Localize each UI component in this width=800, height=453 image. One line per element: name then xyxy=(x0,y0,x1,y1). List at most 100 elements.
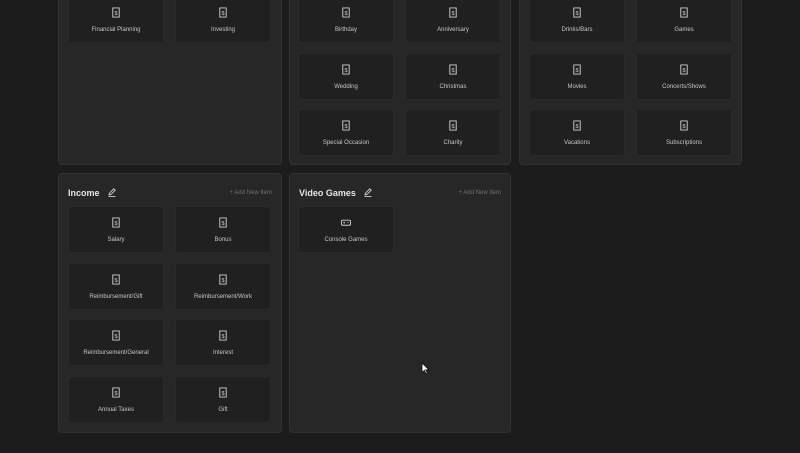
category-tile-label: Drinks/Bars xyxy=(561,27,593,33)
receipt-icon: $ xyxy=(680,120,688,131)
gamepad-icon xyxy=(340,219,352,226)
receipt-icon: $ xyxy=(342,7,350,18)
category-tile[interactable]: $ Annual Taxes xyxy=(68,376,164,423)
category-tile-label: Anniversary xyxy=(437,27,469,33)
category-tile[interactable]: $ Charity xyxy=(405,109,501,156)
category-panel-top-left: $ Financial Planning $ Investing xyxy=(58,0,282,165)
svg-text:$: $ xyxy=(114,278,117,284)
category-tile-label: Birthday xyxy=(334,27,357,33)
category-tile[interactable]: Console Games xyxy=(298,206,394,253)
receipt-icon: $ xyxy=(219,274,227,285)
svg-text:$: $ xyxy=(682,11,685,17)
add-new-item-link[interactable]: + Add New Item xyxy=(458,190,501,196)
receipt-icon: $ xyxy=(219,217,227,228)
income-panel-title: Income xyxy=(68,188,100,198)
category-tile-label: Reimbursement/Gift xyxy=(89,294,143,300)
category-tile-label: Christmas xyxy=(439,84,467,90)
receipt-icon: $ xyxy=(112,217,120,228)
svg-text:$: $ xyxy=(114,334,117,340)
svg-text:$: $ xyxy=(575,11,578,17)
svg-text:$: $ xyxy=(451,124,454,130)
svg-text:$: $ xyxy=(114,391,117,397)
svg-text:$: $ xyxy=(221,11,224,17)
category-tile[interactable]: $ Special Occasion xyxy=(298,109,394,156)
category-tile-label: Subscriptions xyxy=(665,140,703,146)
svg-text:$: $ xyxy=(344,124,347,130)
receipt-icon: $ xyxy=(219,330,227,341)
income-panel: Income + Add New Item $ Salary $ Bonus $… xyxy=(58,173,282,433)
category-tile[interactable]: $ Christmas xyxy=(405,53,501,100)
category-tile-label: Financial Planning xyxy=(91,27,141,33)
category-tile[interactable]: $ Anniversary xyxy=(405,0,501,43)
category-tile[interactable]: $ Movies xyxy=(529,53,625,100)
receipt-icon: $ xyxy=(449,7,457,18)
receipt-icon: $ xyxy=(219,7,227,18)
category-panel-top-middle: $ Birthday $ Anniversary $ Wedding $ Chr… xyxy=(289,0,511,165)
category-tile[interactable]: $ Financial Planning xyxy=(68,0,164,43)
category-tile[interactable]: $ Vacations xyxy=(529,109,625,156)
svg-text:$: $ xyxy=(221,334,224,340)
category-tile[interactable]: $ Salary xyxy=(68,206,164,253)
receipt-icon: $ xyxy=(449,64,457,75)
category-tile[interactable]: $ Gift xyxy=(175,376,271,423)
category-tile-label: Interest xyxy=(212,350,233,356)
video-games-panel-header: Video Games + Add New Item xyxy=(299,185,501,201)
svg-text:$: $ xyxy=(221,278,224,284)
category-tile[interactable]: $ Investing xyxy=(175,0,271,43)
receipt-icon: $ xyxy=(112,7,120,18)
category-tile-label: Charity xyxy=(443,140,463,146)
svg-text:$: $ xyxy=(344,11,347,17)
svg-text:$: $ xyxy=(575,124,578,130)
category-tile[interactable]: $ Birthday xyxy=(298,0,394,43)
category-tile-label: Console Games xyxy=(324,237,368,243)
receipt-icon: $ xyxy=(112,274,120,285)
svg-text:$: $ xyxy=(682,124,685,130)
video-games-panel: Video Games + Add New Item Console Games xyxy=(289,173,511,433)
category-tile-label: Reimbursement/General xyxy=(83,350,149,356)
category-tile-label: Bonus xyxy=(214,237,232,243)
category-tile[interactable]: $ Games xyxy=(636,0,732,43)
category-tile[interactable]: $ Reimbursement/Gift xyxy=(68,263,164,310)
add-new-item-link[interactable]: + Add New Item xyxy=(229,190,272,196)
category-tile[interactable]: $ Reimbursement/Work xyxy=(175,263,271,310)
category-tile[interactable]: $ Interest xyxy=(175,319,271,366)
svg-text:$: $ xyxy=(682,68,685,74)
svg-text:$: $ xyxy=(451,68,454,74)
svg-text:$: $ xyxy=(451,11,454,17)
category-tile-label: Gift xyxy=(218,407,228,413)
income-panel-header: Income + Add New Item xyxy=(68,185,272,201)
receipt-icon: $ xyxy=(680,7,688,18)
category-tile[interactable]: $ Bonus xyxy=(175,206,271,253)
category-tile[interactable]: $ Reimbursement/General xyxy=(68,319,164,366)
svg-text:$: $ xyxy=(221,221,224,227)
mouse-cursor-icon xyxy=(421,362,430,375)
svg-text:$: $ xyxy=(114,11,117,17)
category-tile-label: Special Occasion xyxy=(322,140,370,146)
edit-icon[interactable] xyxy=(363,188,373,198)
category-tile[interactable]: $ Concerts/Shows xyxy=(636,53,732,100)
receipt-icon: $ xyxy=(573,7,581,18)
category-panel-top-right: $ Drinks/Bars $ Games $ Movies $ Concert… xyxy=(519,0,742,165)
category-tile-label: Vacations xyxy=(564,140,590,146)
category-tile-label: Investing xyxy=(210,27,235,33)
receipt-icon: $ xyxy=(112,330,120,341)
receipt-icon: $ xyxy=(342,64,350,75)
svg-text:$: $ xyxy=(575,68,578,74)
category-tile[interactable]: $ Drinks/Bars xyxy=(529,0,625,43)
svg-text:$: $ xyxy=(114,221,117,227)
category-tile[interactable]: $ Subscriptions xyxy=(636,109,732,156)
category-tile-label: Reimbursement/Work xyxy=(194,294,252,300)
svg-text:$: $ xyxy=(344,68,347,74)
edit-icon[interactable] xyxy=(107,188,117,198)
category-tile-label: Games xyxy=(674,27,694,33)
svg-text:$: $ xyxy=(221,391,224,397)
category-tile[interactable]: $ Wedding xyxy=(298,53,394,100)
receipt-icon: $ xyxy=(680,64,688,75)
receipt-icon: $ xyxy=(112,387,120,398)
receipt-icon: $ xyxy=(449,120,457,131)
video-games-panel-title: Video Games xyxy=(299,188,356,198)
receipt-icon: $ xyxy=(219,387,227,398)
budget-categories-board: $ Financial Planning $ Investing $ Birth… xyxy=(0,0,800,453)
category-tile-label: Concerts/Shows xyxy=(662,84,706,90)
category-tile-label: Salary xyxy=(107,237,125,243)
